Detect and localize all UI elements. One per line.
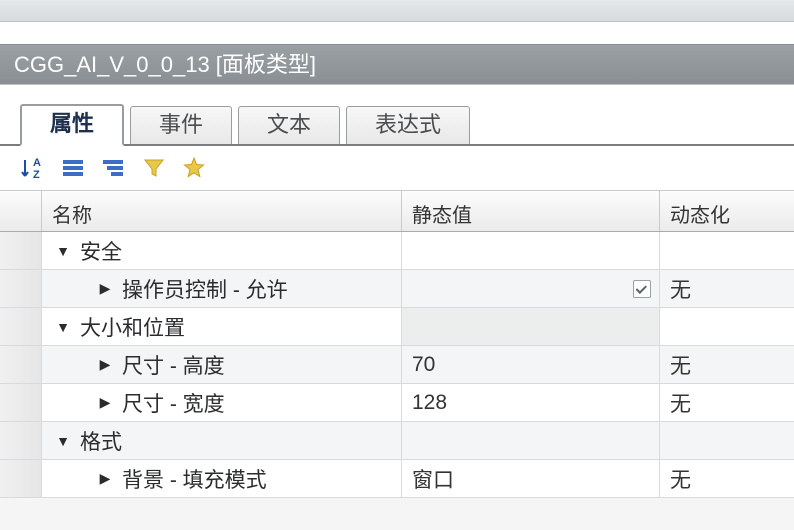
property-value-cell[interactable]: 窗口 <box>402 460 660 497</box>
expand-toggle-icon[interactable]: ▼ <box>54 243 72 259</box>
value-text: 128 <box>412 391 447 415</box>
tab-text[interactable]: 文本 <box>238 106 340 144</box>
group-value-cell <box>402 232 660 269</box>
property-row[interactable]: ▶ 背景 - 填充模式 窗口 无 <box>0 460 794 498</box>
group-name-cell: ▼ 大小和位置 <box>42 308 402 345</box>
header-label: 名称 <box>52 205 92 227</box>
tab-events[interactable]: 事件 <box>130 106 232 144</box>
row-gutter <box>0 460 42 497</box>
group-value-cell <box>402 422 660 459</box>
toolbar: A Z <box>0 146 794 190</box>
window-chrome-top <box>0 0 794 22</box>
leaf-toggle-icon[interactable]: ▶ <box>96 280 114 297</box>
group-name-cell: ▼ 安全 <box>42 232 402 269</box>
tab-properties[interactable]: 属性 <box>20 104 124 146</box>
tab-label: 属性 <box>50 111 94 136</box>
filter-icon[interactable] <box>140 154 168 182</box>
property-dyn-cell[interactable]: 无 <box>660 270 794 307</box>
row-gutter <box>0 422 42 459</box>
value-text: 70 <box>412 353 435 377</box>
group-header-format[interactable]: ▼ 格式 <box>0 422 794 460</box>
header-gutter <box>0 191 42 231</box>
property-label: 背景 - 填充模式 <box>122 464 267 494</box>
property-table: 名称 静态值 动态化 ▼ 安全 ▶ 操作员控制 - 允许 <box>0 190 794 498</box>
spacer <box>0 22 794 44</box>
property-label: 尺寸 - 高度 <box>122 350 225 380</box>
collapse-all-icon[interactable] <box>100 154 128 182</box>
group-header-security[interactable]: ▼ 安全 <box>0 232 794 270</box>
table-body: ▼ 安全 ▶ 操作员控制 - 允许 无 ▼ 大小和位置 <box>0 232 794 498</box>
property-name-cell: ▶ 操作员控制 - 允许 <box>42 270 402 307</box>
property-row[interactable]: ▶ 尺寸 - 宽度 128 无 <box>0 384 794 422</box>
group-dyn-cell <box>660 422 794 459</box>
tab-label: 文本 <box>267 112 311 137</box>
spacer <box>0 84 794 104</box>
svg-text:Z: Z <box>33 169 40 180</box>
property-label: 操作员控制 - 允许 <box>122 274 288 304</box>
dyn-value: 无 <box>670 464 691 494</box>
header-label: 静态值 <box>412 205 472 227</box>
svg-text:A: A <box>33 157 41 169</box>
group-label: 格式 <box>80 426 122 456</box>
property-label: 尺寸 - 宽度 <box>122 388 225 418</box>
window-title: CGG_AI_V_0_0_13 [面板类型] <box>14 52 316 77</box>
group-value-cell <box>402 308 660 345</box>
leaf-toggle-icon[interactable]: ▶ <box>96 394 114 411</box>
header-static-value[interactable]: 静态值 <box>402 191 660 231</box>
group-header-size-position[interactable]: ▼ 大小和位置 <box>0 308 794 346</box>
expand-toggle-icon[interactable]: ▼ <box>54 433 72 449</box>
tab-label: 事件 <box>159 112 203 137</box>
title-bar: CGG_AI_V_0_0_13 [面板类型] <box>0 44 794 84</box>
leaf-toggle-icon[interactable]: ▶ <box>96 356 114 373</box>
group-dyn-cell <box>660 308 794 345</box>
row-gutter <box>0 270 42 307</box>
property-value-cell[interactable]: 70 <box>402 346 660 383</box>
property-dyn-cell[interactable]: 无 <box>660 346 794 383</box>
tab-strip: 属性 事件 文本 表达式 <box>0 104 794 146</box>
tab-label: 表达式 <box>375 112 441 137</box>
row-gutter <box>0 346 42 383</box>
leaf-toggle-icon[interactable]: ▶ <box>96 470 114 487</box>
value-text: 窗口 <box>412 464 454 494</box>
row-gutter <box>0 232 42 269</box>
row-gutter <box>0 308 42 345</box>
expand-all-icon[interactable] <box>60 154 88 182</box>
property-value-cell[interactable]: 128 <box>402 384 660 421</box>
dyn-value: 无 <box>670 350 691 380</box>
header-label: 动态化 <box>670 205 730 227</box>
property-value-cell[interactable] <box>402 270 660 307</box>
property-row[interactable]: ▶ 尺寸 - 高度 70 无 <box>0 346 794 384</box>
property-dyn-cell[interactable]: 无 <box>660 460 794 497</box>
star-icon[interactable] <box>180 154 208 182</box>
group-label: 安全 <box>80 236 122 266</box>
expand-toggle-icon[interactable]: ▼ <box>54 319 72 335</box>
sort-alpha-icon[interactable]: A Z <box>20 154 48 182</box>
property-row[interactable]: ▶ 操作员控制 - 允许 无 <box>0 270 794 308</box>
group-label: 大小和位置 <box>80 312 185 342</box>
property-name-cell: ▶ 尺寸 - 宽度 <box>42 384 402 421</box>
table-header: 名称 静态值 动态化 <box>0 190 794 232</box>
property-name-cell: ▶ 尺寸 - 高度 <box>42 346 402 383</box>
tab-expressions[interactable]: 表达式 <box>346 106 470 144</box>
group-name-cell: ▼ 格式 <box>42 422 402 459</box>
dyn-value: 无 <box>670 388 691 418</box>
row-gutter <box>0 384 42 421</box>
header-name[interactable]: 名称 <box>42 191 402 231</box>
dyn-value: 无 <box>670 274 691 304</box>
property-dyn-cell[interactable]: 无 <box>660 384 794 421</box>
header-dynamic[interactable]: 动态化 <box>660 191 794 231</box>
checkbox-icon[interactable] <box>633 280 651 298</box>
group-dyn-cell <box>660 232 794 269</box>
property-name-cell: ▶ 背景 - 填充模式 <box>42 460 402 497</box>
